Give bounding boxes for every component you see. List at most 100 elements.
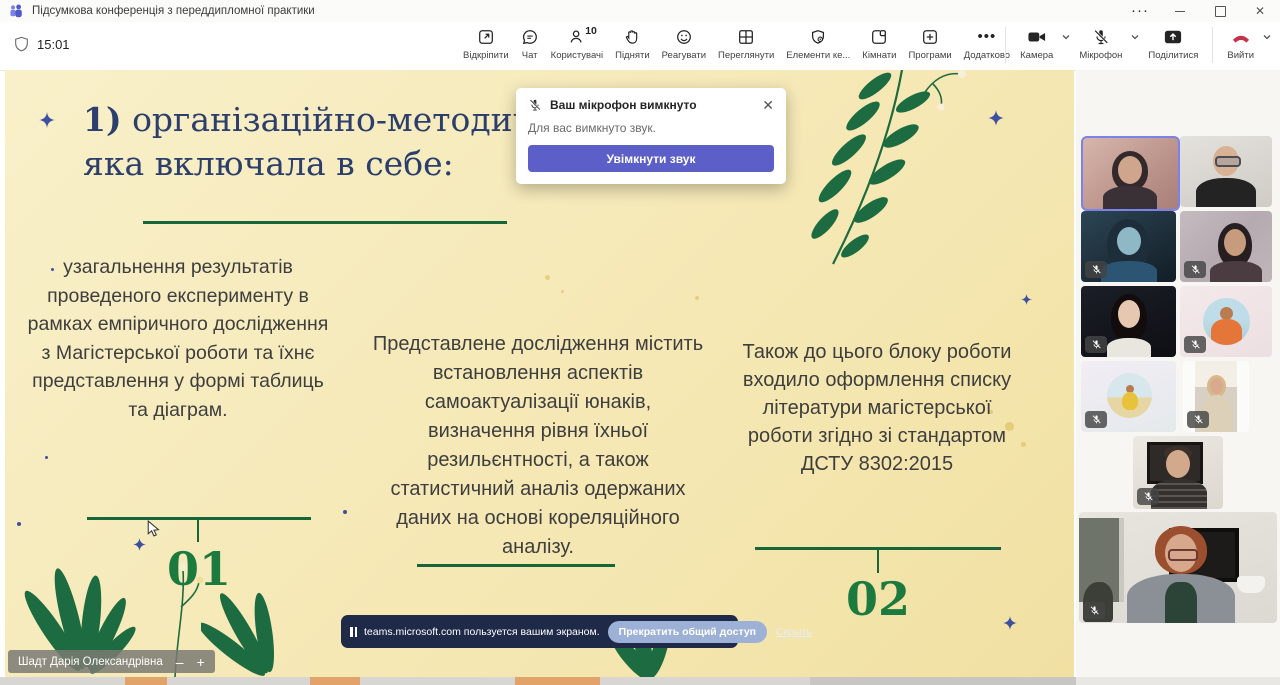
share-banner-text: teams.microsoft.com пользуется вашим экр… xyxy=(364,626,600,638)
minimize-icon xyxy=(1175,11,1185,12)
unmute-button[interactable]: Увімкнути звук xyxy=(528,145,774,172)
mouse-cursor xyxy=(146,520,160,538)
zoom-in-button[interactable]: + xyxy=(197,655,205,669)
mic-muted-badge xyxy=(1085,336,1107,353)
hangup-icon xyxy=(1230,27,1252,47)
share-button[interactable]: Поділитися xyxy=(1142,27,1204,61)
slide-column-3-text: Також до цього блоку роботи входило офор… xyxy=(731,338,1023,478)
raise-hand-icon xyxy=(623,27,641,47)
participants-sidebar xyxy=(1076,70,1280,677)
leave-button[interactable]: Вийти xyxy=(1221,27,1260,61)
slide-heading: 1) організаційно-методичн яка включала в… xyxy=(83,98,556,186)
hide-banner-link[interactable]: Скрыть xyxy=(776,626,812,638)
profile-avatar xyxy=(1107,373,1152,418)
participant-tile-1[interactable] xyxy=(1081,136,1180,211)
heading-underline xyxy=(143,221,507,224)
leave-chevron[interactable] xyxy=(1262,27,1272,47)
sparkle-dot xyxy=(17,522,21,526)
mic-muted-badge xyxy=(1187,411,1209,428)
glasses xyxy=(1215,156,1241,167)
mic-muted-icon xyxy=(528,98,542,112)
pause-icon xyxy=(350,627,357,637)
toolbar-item-view[interactable]: Переглянути xyxy=(712,27,780,61)
shield-gear-icon xyxy=(809,27,827,47)
mic-muted-badge xyxy=(1085,411,1107,428)
participant-tile-4[interactable] xyxy=(1180,211,1272,282)
sparkle-dot xyxy=(343,510,347,514)
teams-logo-icon xyxy=(9,4,23,18)
people-icon: 10 xyxy=(568,27,586,47)
open-window-icon xyxy=(477,27,495,47)
mic-muted-badge xyxy=(1137,488,1159,505)
toolbar-divider xyxy=(1212,27,1213,63)
meeting-elapsed-time: 15:01 xyxy=(37,37,70,52)
participant-tile-7[interactable] xyxy=(1081,361,1176,432)
column-1-divider xyxy=(87,517,311,520)
screen-share-banner: teams.microsoft.com пользуется вашим экр… xyxy=(341,615,738,648)
profile-avatar xyxy=(1203,298,1250,345)
toolbar-item-apps[interactable]: Програми xyxy=(902,27,957,61)
toolbar-item-raise-hand[interactable]: Підняти xyxy=(609,27,656,61)
smiley-icon xyxy=(675,27,693,47)
toolbar-item-unpin[interactable]: Відкріпити xyxy=(457,27,515,61)
camera-chevron[interactable] xyxy=(1061,27,1071,47)
slide-heading-text: організаційно-методичн xyxy=(122,100,557,139)
notification-message: Для вас вимкнуто звук. xyxy=(528,121,774,135)
apps-plus-icon xyxy=(921,27,939,47)
window-maximize-button[interactable] xyxy=(1200,0,1240,22)
mic-muted-badge xyxy=(1085,261,1107,278)
notification-close-button[interactable]: ✕ xyxy=(762,98,774,112)
sparkle-dot xyxy=(45,456,48,459)
column-1-divider-tick xyxy=(197,517,199,542)
column-1-number: 01 xyxy=(87,542,311,596)
toolbar-item-people[interactable]: 10 Користувачі xyxy=(545,27,609,61)
sparkle-icon xyxy=(39,112,55,128)
mic-muted-notification: Ваш мікрофон вимкнуто ✕ Для вас вимкнуто… xyxy=(516,88,786,184)
grid-view-icon xyxy=(737,27,755,47)
toolbar-center-group: Відкріпити Чат 10 Користувачі Підняти xyxy=(457,27,1016,61)
toolbar-item-react[interactable]: Реагувати xyxy=(656,27,712,61)
toolbar-item-control-elements[interactable]: Елементи ке... xyxy=(780,27,856,61)
window-controls: ··· ✕ xyxy=(1120,0,1280,22)
breakout-rooms-icon xyxy=(870,27,888,47)
participant-tile-8[interactable] xyxy=(1183,361,1249,432)
microphone-chevron[interactable] xyxy=(1130,27,1140,47)
background-window-strip xyxy=(0,677,1280,685)
participant-tile-2[interactable] xyxy=(1180,136,1272,207)
participant-tile-10[interactable] xyxy=(1079,512,1277,623)
microphone-button[interactable]: Мікрофон xyxy=(1073,27,1128,61)
more-dots-icon: ••• xyxy=(978,27,997,47)
slide-column-1-text: узагальнення результатів проведеного екс… xyxy=(21,253,335,424)
camera-button[interactable]: Камера xyxy=(1014,27,1059,61)
maximize-icon xyxy=(1215,6,1226,17)
notification-title: Ваш мікрофон вимкнуто xyxy=(550,98,762,112)
participant-tile-5[interactable] xyxy=(1081,286,1176,357)
window-more-button[interactable]: ··· xyxy=(1120,0,1160,22)
presenter-name-tag: Шадт Дарія Олександрівна – + xyxy=(8,650,215,673)
column-3-divider-tick xyxy=(877,547,879,573)
share-screen-icon xyxy=(1163,27,1183,47)
mic-muted-icon xyxy=(1092,27,1110,47)
participant-tile-9[interactable] xyxy=(1133,436,1223,509)
presenter-name: Шадт Дарія Олександрівна xyxy=(18,656,163,668)
zoom-out-button[interactable]: – xyxy=(176,655,184,669)
participant-tile-6[interactable] xyxy=(1180,286,1272,357)
toolbar-item-rooms[interactable]: Кімнати xyxy=(856,27,902,61)
leaf-branch-decoration xyxy=(775,70,995,279)
chat-icon xyxy=(521,27,539,47)
meeting-timer: 15:01 xyxy=(14,36,70,52)
stop-sharing-button[interactable]: Прекратить общий доступ xyxy=(608,621,767,643)
mic-muted-badge xyxy=(1083,602,1105,619)
participant-tile-3[interactable] xyxy=(1081,211,1176,282)
window-close-button[interactable]: ✕ xyxy=(1240,0,1280,22)
slide-column-2-text: Представлене дослідження містить встанов… xyxy=(371,330,705,562)
lamp xyxy=(1237,576,1265,593)
gold-speckle xyxy=(545,275,550,280)
mic-muted-badge xyxy=(1184,261,1206,278)
gold-speckle xyxy=(695,296,699,300)
window-minimize-button[interactable] xyxy=(1160,0,1200,22)
toolbar-item-chat[interactable]: Чат xyxy=(515,27,545,61)
column-2-divider xyxy=(417,564,615,567)
toolbar-divider xyxy=(1005,27,1006,63)
meeting-toolbar: 15:01 Відкріпити Чат 10 Користува xyxy=(0,22,1280,71)
